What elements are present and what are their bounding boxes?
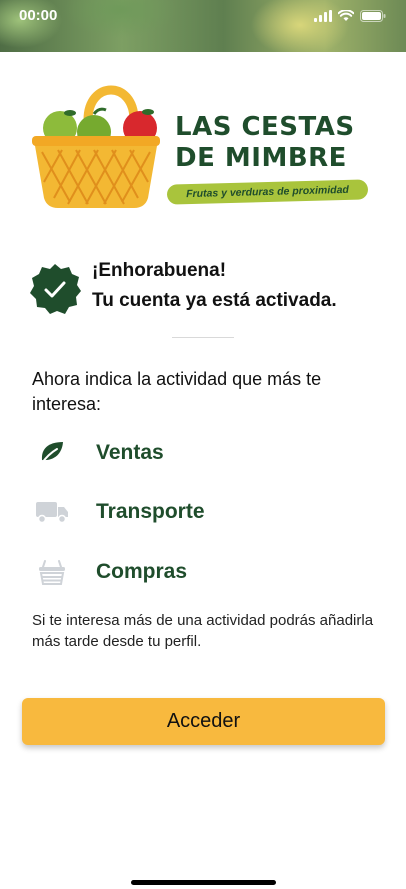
verified-badge-icon bbox=[30, 264, 81, 314]
status-bar: 00:00 bbox=[0, 0, 406, 32]
activity-label: Ventas bbox=[96, 441, 164, 464]
activity-label: Transporte bbox=[96, 500, 205, 523]
brand-title-line1: LAS CESTAS bbox=[175, 112, 355, 142]
brand-title-line2: DE MIMBRE bbox=[175, 143, 347, 173]
battery-icon bbox=[360, 10, 386, 22]
status-icons bbox=[314, 10, 386, 22]
access-button[interactable]: Acceder bbox=[22, 698, 385, 745]
status-time: 00:00 bbox=[19, 7, 58, 24]
activity-label: Compras bbox=[96, 560, 188, 583]
congrats-heading: ¡Enhorabuena! bbox=[92, 260, 227, 281]
wifi-icon bbox=[338, 10, 354, 21]
activity-option-transporte[interactable]: Transporte bbox=[34, 494, 334, 530]
brand-title: LAS CESTAS DE MIMBRE bbox=[175, 112, 375, 174]
activation-text: ¡Enhorabuena! Tu cuenta ya está activada… bbox=[92, 256, 402, 316]
signal-icon bbox=[314, 10, 332, 22]
truck-icon bbox=[34, 494, 70, 530]
activity-prompt: Ahora indica la actividad que más te int… bbox=[32, 369, 322, 414]
leaf-icon bbox=[34, 435, 70, 471]
home-indicator bbox=[131, 880, 276, 885]
info-note: Si te interesa más de una actividad podr… bbox=[32, 612, 374, 650]
basket-icon bbox=[34, 554, 70, 590]
activity-option-ventas[interactable]: Ventas bbox=[34, 435, 334, 471]
divider bbox=[172, 337, 234, 338]
account-activated-text: Tu cuenta ya está activada. bbox=[92, 290, 337, 311]
activity-option-compras[interactable]: Compras bbox=[34, 554, 334, 590]
